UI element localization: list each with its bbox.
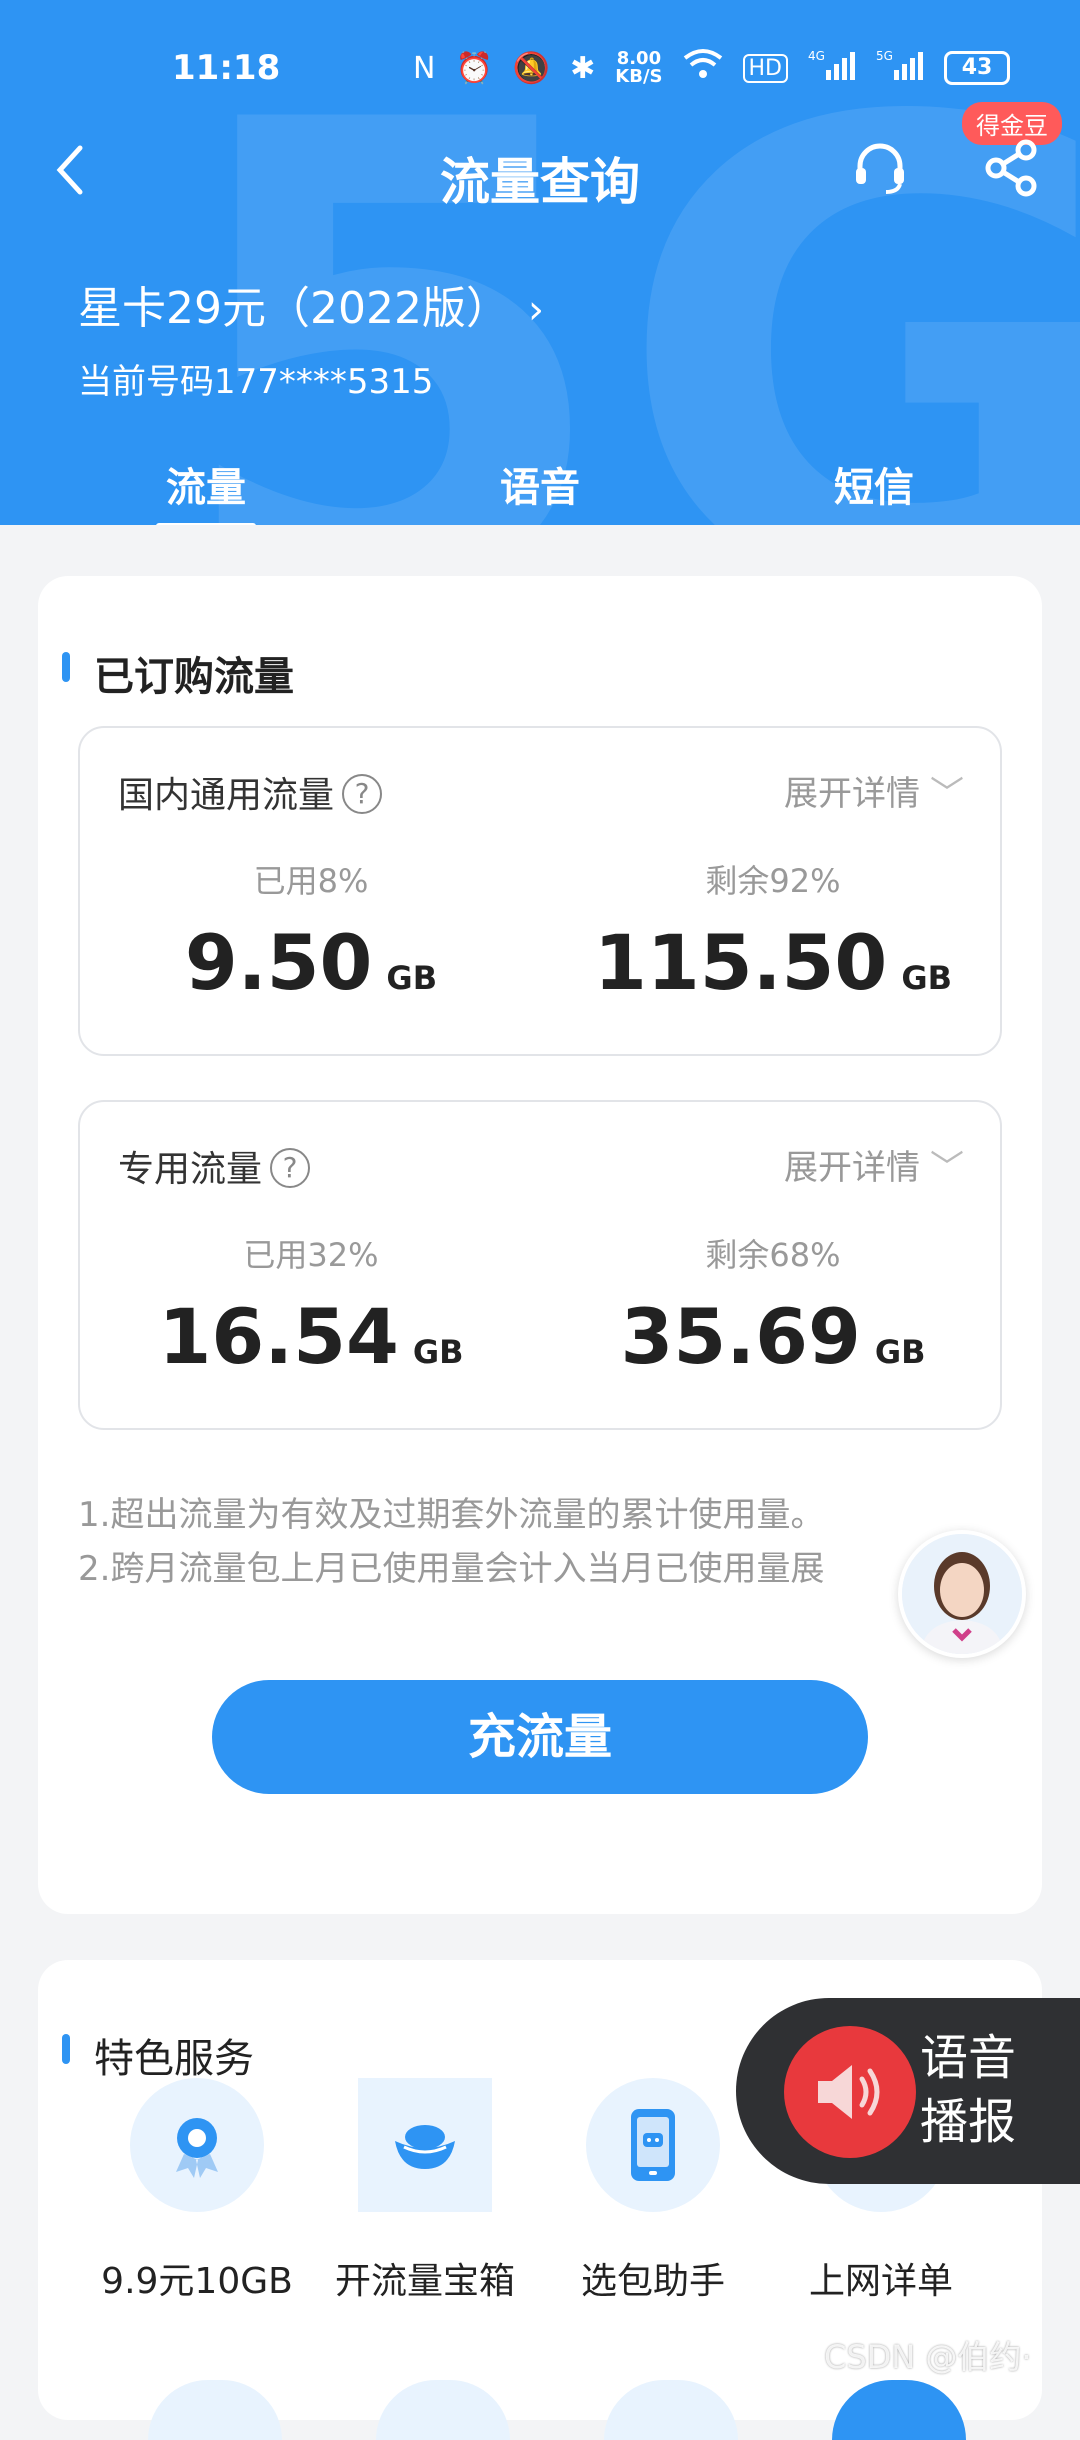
note-line: 2.跨月流量包上月已使用量会计入当月已使用量展 [78,1549,825,1589]
used-value-number: 16.54 [158,1292,399,1381]
speaker-icon [818,2065,880,2119]
page-title: 流量查询 [440,153,640,211]
status-time: 11:18 [172,48,281,88]
note-line: 1.超出流量为有效及过期套外流量的累计使用量。 [78,1495,825,1535]
chevron-down-icon: ﹀ [930,774,964,814]
net-speed-unit: KB/S [615,66,663,87]
share-icon [985,139,1037,197]
expand-details-label: 展开详情 [784,1148,920,1188]
remain-stat: 剩余92% 115.50 GB [542,856,1004,1007]
status-bar: 11:18 N ⏰ 🔕 ✱ 8.00 KB/S HD 4G 5G 43 [0,42,1080,92]
top-bar: 流量查询 得金豆 [0,102,1080,220]
used-value: 9.50 GB [80,918,542,1007]
plan-name: 星卡29元（2022版） [78,283,510,334]
tab-sms[interactable]: 短信 [754,455,994,513]
svg-text:4G: 4G [808,49,825,63]
tab-bar: 流量 语音 短信 [0,455,1080,525]
net-speed: 8.00 KB/S [615,50,662,86]
alarm-icon: ⏰ [455,50,493,86]
tab-voice[interactable]: 语音 [420,455,660,513]
dedicated-flow-box: 专用流量? 展开详情 ﹀ 已用32% 16.54 GB 剩余68% 35.69 GB [78,1100,1002,1430]
signal-4g-icon: 4G [808,48,856,88]
remain-label: 剩余92% [705,862,841,900]
used-stat: 已用32% 16.54 GB [80,1230,542,1381]
dedicated-flow-title: 专用流量? [118,1140,311,1192]
mute-icon: 🔕 [512,50,551,86]
service-label: 开流量宝箱 [334,2261,515,2302]
unit-label: GB [386,959,438,997]
ingot-icon [358,2078,492,2212]
used-label: 已用8% [253,862,369,900]
remain-label: 剩余68% [705,1236,841,1274]
section-title-services: 特色服务 [62,2026,254,2084]
domestic-flow-box: 国内通用流量? 展开详情 ﹀ 已用8% 9.50 GB 剩余92% 115.50 GB [78,726,1002,1056]
dedicated-flow-title-text: 专用流量 [118,1149,263,1190]
phone-number: 当前号码177****5315 [78,362,434,402]
recharge-data-button[interactable]: 充流量 [212,1680,868,1794]
help-icon[interactable]: ? [270,1148,311,1188]
expand-details-button[interactable]: 展开详情 ﹀ [784,1140,964,1189]
bluetooth-icon: ✱ [570,50,596,86]
wifi-icon [683,48,723,88]
chevron-down-icon: ﹀ [930,1148,964,1188]
used-value-number: 9.50 [184,918,373,1007]
used-stat: 已用8% 9.50 GB [80,856,542,1007]
help-icon[interactable]: ? [342,774,383,814]
voice-broadcast-label: 语音 播报 [920,2026,1016,2154]
robot-phone-icon [586,2078,720,2212]
domestic-flow-title: 国内通用流量? [118,766,383,818]
headset-icon [856,143,904,194]
plan-selector[interactable]: 星卡29元（2022版） › [78,272,544,336]
expand-details-label: 展开详情 [784,774,920,814]
nfc-icon: N [412,50,436,86]
assistant-avatar[interactable] [898,1530,1026,1658]
chevron-right-icon: › [527,287,544,333]
service-label: 选包助手 [580,2261,725,2302]
watermark: CSDN @伯约· [824,2338,1032,2376]
used-label: 已用32% [243,1236,379,1274]
service-item[interactable]: 开流量宝箱 [310,2078,540,2304]
remain-stat: 剩余68% 35.69 GB [542,1230,1004,1381]
voice-label-line: 播报 [920,2094,1017,2150]
svg-text:5G: 5G [876,49,893,63]
voice-label-line: 语音 [920,2030,1017,2086]
header: 5G 11:18 N ⏰ 🔕 ✱ 8.00 KB/S HD 4G 5G 43 流… [0,0,1080,525]
unit-label: GB [874,1333,926,1371]
service-item[interactable]: 9.9元10GB [82,2078,312,2304]
expand-details-button[interactable]: 展开详情 ﹀ [784,766,964,815]
used-value: 16.54 GB [80,1292,542,1381]
remain-value: 35.69 GB [542,1292,1004,1381]
remain-value-number: 115.50 [594,918,888,1007]
assistant-avatar-icon [902,1534,1022,1654]
domestic-flow-title-text: 国内通用流量 [118,775,335,816]
status-icons: N ⏰ 🔕 ✱ 8.00 KB/S HD 4G 5G 43 [413,48,1010,88]
signal-5g-icon: 5G [876,48,924,88]
speaker-button[interactable] [784,2026,916,2158]
award-icon [130,2078,264,2212]
usage-notes: 1.超出流量为有效及过期套外流量的累计使用量。 2.跨月流量包上月已使用量会计入… [78,1488,958,1596]
service-label: 上网详单 [808,2261,953,2302]
unit-label: GB [901,959,952,997]
unit-label: GB [412,1333,464,1371]
tab-data[interactable]: 流量 [86,455,326,525]
remain-value: 115.50 GB [542,918,1004,1007]
service-label: 9.9元10GB [101,2261,293,2302]
section-title-subscribed: 已订购流量 [62,644,294,702]
share-button[interactable] [982,138,1042,198]
battery-icon: 43 [944,51,1010,85]
voice-broadcast-widget[interactable]: 语音 播报 [736,1998,1080,2184]
service-item[interactable]: 选包助手 [538,2078,768,2304]
remain-value-number: 35.69 [620,1292,861,1381]
hd-icon: HD [742,53,788,83]
customer-service-button[interactable] [850,138,910,198]
